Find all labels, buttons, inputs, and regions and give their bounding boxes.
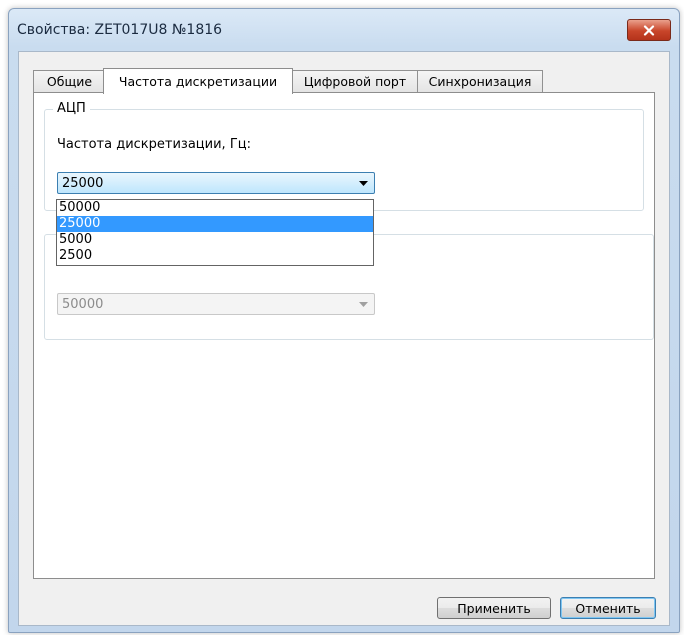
dropdown-option[interactable]: 2500: [57, 248, 373, 264]
chevron-down-icon: [359, 181, 368, 186]
apply-button[interactable]: Применить: [437, 597, 551, 619]
dropdown-option[interactable]: 50000: [57, 200, 373, 216]
dialog-client-area: Общие Частота дискретизации Цифровой пор…: [18, 51, 670, 626]
adc-group: АЦП Частота дискретизации, Гц: 25000: [44, 101, 644, 211]
sampling-rate-dropdown: 50000 25000 5000 2500: [56, 199, 374, 266]
tab-digital-port[interactable]: Цифровой порт: [291, 70, 419, 92]
adc-group-label: АЦП: [53, 101, 90, 116]
properties-window: Свойства: ZET017U8 №1816 Общие Частота д…: [8, 8, 680, 633]
chevron-down-icon: [359, 302, 368, 307]
dropdown-option-selected[interactable]: 25000: [57, 216, 373, 232]
tab-general[interactable]: Общие: [33, 70, 106, 92]
close-button[interactable]: [627, 19, 671, 41]
dropdown-option[interactable]: 5000: [57, 232, 373, 248]
sampling-rate-combo[interactable]: 25000: [57, 172, 375, 194]
disabled-rate-value: 50000: [62, 297, 104, 312]
sampling-rate-value: 25000: [62, 176, 104, 191]
tab-panel: АЦП Частота дискретизации, Гц: 25000 500…: [33, 92, 655, 579]
close-icon: [643, 24, 655, 36]
window-title: Свойства: ZET017U8 №1816: [17, 22, 223, 38]
tab-synchronization[interactable]: Синхронизация: [417, 70, 543, 92]
disabled-rate-combo: 50000: [57, 293, 375, 315]
tab-sampling-rate[interactable]: Частота дискретизации: [103, 68, 293, 94]
sampling-rate-label: Частота дискретизации, Гц:: [57, 137, 251, 152]
cancel-button[interactable]: Отменить: [560, 597, 656, 619]
